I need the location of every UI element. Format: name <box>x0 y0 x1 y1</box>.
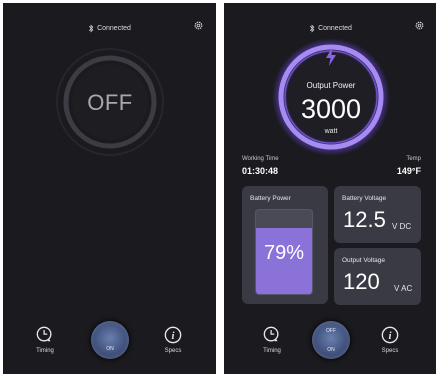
specs-button[interactable]: i Specs <box>153 326 193 354</box>
output-voltage-card: Output Voltage 120 V AC <box>334 248 421 305</box>
battery-voltage-value: 12.5 <box>343 207 386 232</box>
timing-button[interactable]: Timing <box>252 326 292 354</box>
switch-on-label: ON <box>327 347 335 353</box>
power-state-label: OFF <box>87 90 133 115</box>
temp-label: Temp <box>406 156 421 162</box>
working-time-value: 01:30:48 <box>242 166 279 176</box>
connection-status: Connected <box>97 24 131 32</box>
output-voltage-title: Output Voltage <box>342 257 386 264</box>
info-icon: i <box>164 326 182 344</box>
timing-label: Timing <box>36 348 54 354</box>
screen-on: Connected Output Power 3000 watt Working… <box>224 3 436 374</box>
status-bar: Connected <box>3 22 216 34</box>
info-icon: i <box>381 326 399 344</box>
specs-label: Specs <box>164 348 182 354</box>
power-switch[interactable]: ON <box>91 321 129 359</box>
svg-text:i: i <box>172 330 175 342</box>
clock-alarm-icon <box>36 326 52 342</box>
power-dial-off[interactable]: OFF <box>55 47 165 157</box>
gear-icon[interactable] <box>193 20 204 31</box>
specs-label: Specs <box>381 348 399 354</box>
specs-button[interactable]: i Specs <box>370 326 410 354</box>
output-power-unit: watt <box>324 128 338 135</box>
output-power-value: 3000 <box>300 94 362 124</box>
output-voltage-unit: V AC <box>394 284 413 293</box>
battery-power-value: 79% <box>263 242 305 264</box>
timing-button[interactable]: Timing <box>25 326 65 354</box>
svg-text:i: i <box>389 330 392 342</box>
battery-voltage-card: Battery Voltage 12.5 V DC <box>334 186 421 243</box>
bluetooth-icon <box>310 23 315 33</box>
temp-value: 149°F <box>396 166 421 176</box>
power-dial-on[interactable]: Output Power 3000 watt <box>272 38 390 156</box>
output-voltage-value: 120 <box>343 269 380 294</box>
working-time-label: Working Time <box>242 156 279 162</box>
connection-status: Connected <box>318 24 352 32</box>
battery-power-title: Battery Power <box>250 195 291 202</box>
switch-on-label: ON <box>106 346 114 352</box>
bolt-icon <box>326 48 336 66</box>
power-switch[interactable]: OFF ON <box>312 321 350 359</box>
status-bar: Connected <box>224 22 436 34</box>
battery-voltage-unit: V DC <box>392 222 412 231</box>
timing-label: Timing <box>263 348 281 354</box>
screen-off: Connected OFF Timing ON i Specs <box>3 3 216 374</box>
clock-alarm-icon <box>263 326 279 342</box>
switch-off-label: OFF <box>326 328 336 334</box>
bluetooth-icon <box>89 23 94 33</box>
gear-icon[interactable] <box>414 20 425 31</box>
output-power-caption: Output Power <box>306 81 356 90</box>
battery-voltage-title: Battery Voltage <box>342 195 387 202</box>
battery-power-card: Battery Power 79% <box>242 186 328 304</box>
battery-gauge: 79% <box>255 209 313 295</box>
